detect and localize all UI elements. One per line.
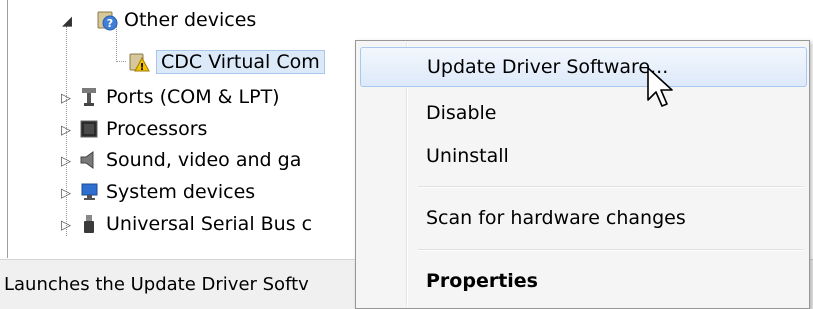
menu-item-label: Scan for hardware changes [426, 207, 686, 229]
speaker-icon [78, 149, 100, 171]
tree-connector [116, 61, 126, 62]
menu-item-label: Uninstall [426, 145, 509, 167]
menu-item-label: Properties [426, 270, 538, 292]
tree-border [7, 0, 8, 258]
status-text: Launches the Update Driver Softv [4, 274, 309, 295]
menu-separator [418, 249, 803, 251]
tree-item-label: CDC Virtual Com [156, 50, 325, 74]
menu-item-uninstall[interactable]: Uninstall [360, 136, 807, 176]
svg-text:?: ? [107, 17, 113, 30]
menu-item-update-driver[interactable]: Update Driver Software... [360, 47, 807, 87]
expand-arrow-icon[interactable]: ▷ [61, 187, 71, 200]
other-devices-icon: ? [96, 9, 118, 31]
mouse-pointer-icon [647, 67, 673, 107]
tree-item-label: Sound, video and ga [106, 149, 302, 171]
menu-item-disable[interactable]: Disable [360, 93, 807, 133]
menu-item-label: Update Driver Software... [427, 56, 669, 78]
tree-item-other-devices[interactable]: ? Other devices [96, 5, 256, 35]
tree-item-label: Processors [106, 118, 208, 140]
processor-icon [78, 118, 100, 140]
tree-item-label: Ports (COM & LPT) [106, 86, 280, 108]
menu-item-properties[interactable]: Properties [360, 261, 807, 301]
port-icon [78, 86, 100, 108]
tree-item-system-devices[interactable]: System devices [78, 177, 255, 207]
expand-arrow-icon[interactable]: ▷ [61, 92, 71, 105]
expand-arrow-icon[interactable]: ▷ [61, 124, 71, 137]
tree-item-label: Universal Serial Bus c [106, 213, 313, 235]
expand-arrow-icon[interactable]: ▷ [61, 155, 71, 168]
expand-arrow-icon[interactable]: ▷ [61, 219, 71, 232]
warning-device-icon: ! [128, 51, 150, 73]
tree-item-label: System devices [106, 181, 256, 203]
tree-item-usb[interactable]: Universal Serial Bus c [78, 209, 312, 239]
context-menu: Update Driver Software... Disable Uninst… [355, 40, 810, 309]
tree-item-sound[interactable]: Sound, video and ga [78, 145, 301, 175]
tree-item-cdc-virtual-com[interactable]: ! CDC Virtual Com [128, 47, 325, 77]
menu-separator [418, 186, 803, 188]
tree-item-label: Other devices [124, 9, 257, 31]
system-devices-icon [78, 181, 100, 203]
tree-item-ports[interactable]: Ports (COM & LPT) [78, 82, 280, 112]
menu-item-label: Disable [426, 102, 497, 124]
menu-item-scan-hardware[interactable]: Scan for hardware changes [360, 198, 807, 238]
svg-text:!: ! [140, 62, 145, 73]
collapse-arrow-icon[interactable]: ◢ [62, 15, 72, 28]
usb-icon [78, 213, 100, 235]
tree-item-processors[interactable]: Processors [78, 114, 207, 144]
